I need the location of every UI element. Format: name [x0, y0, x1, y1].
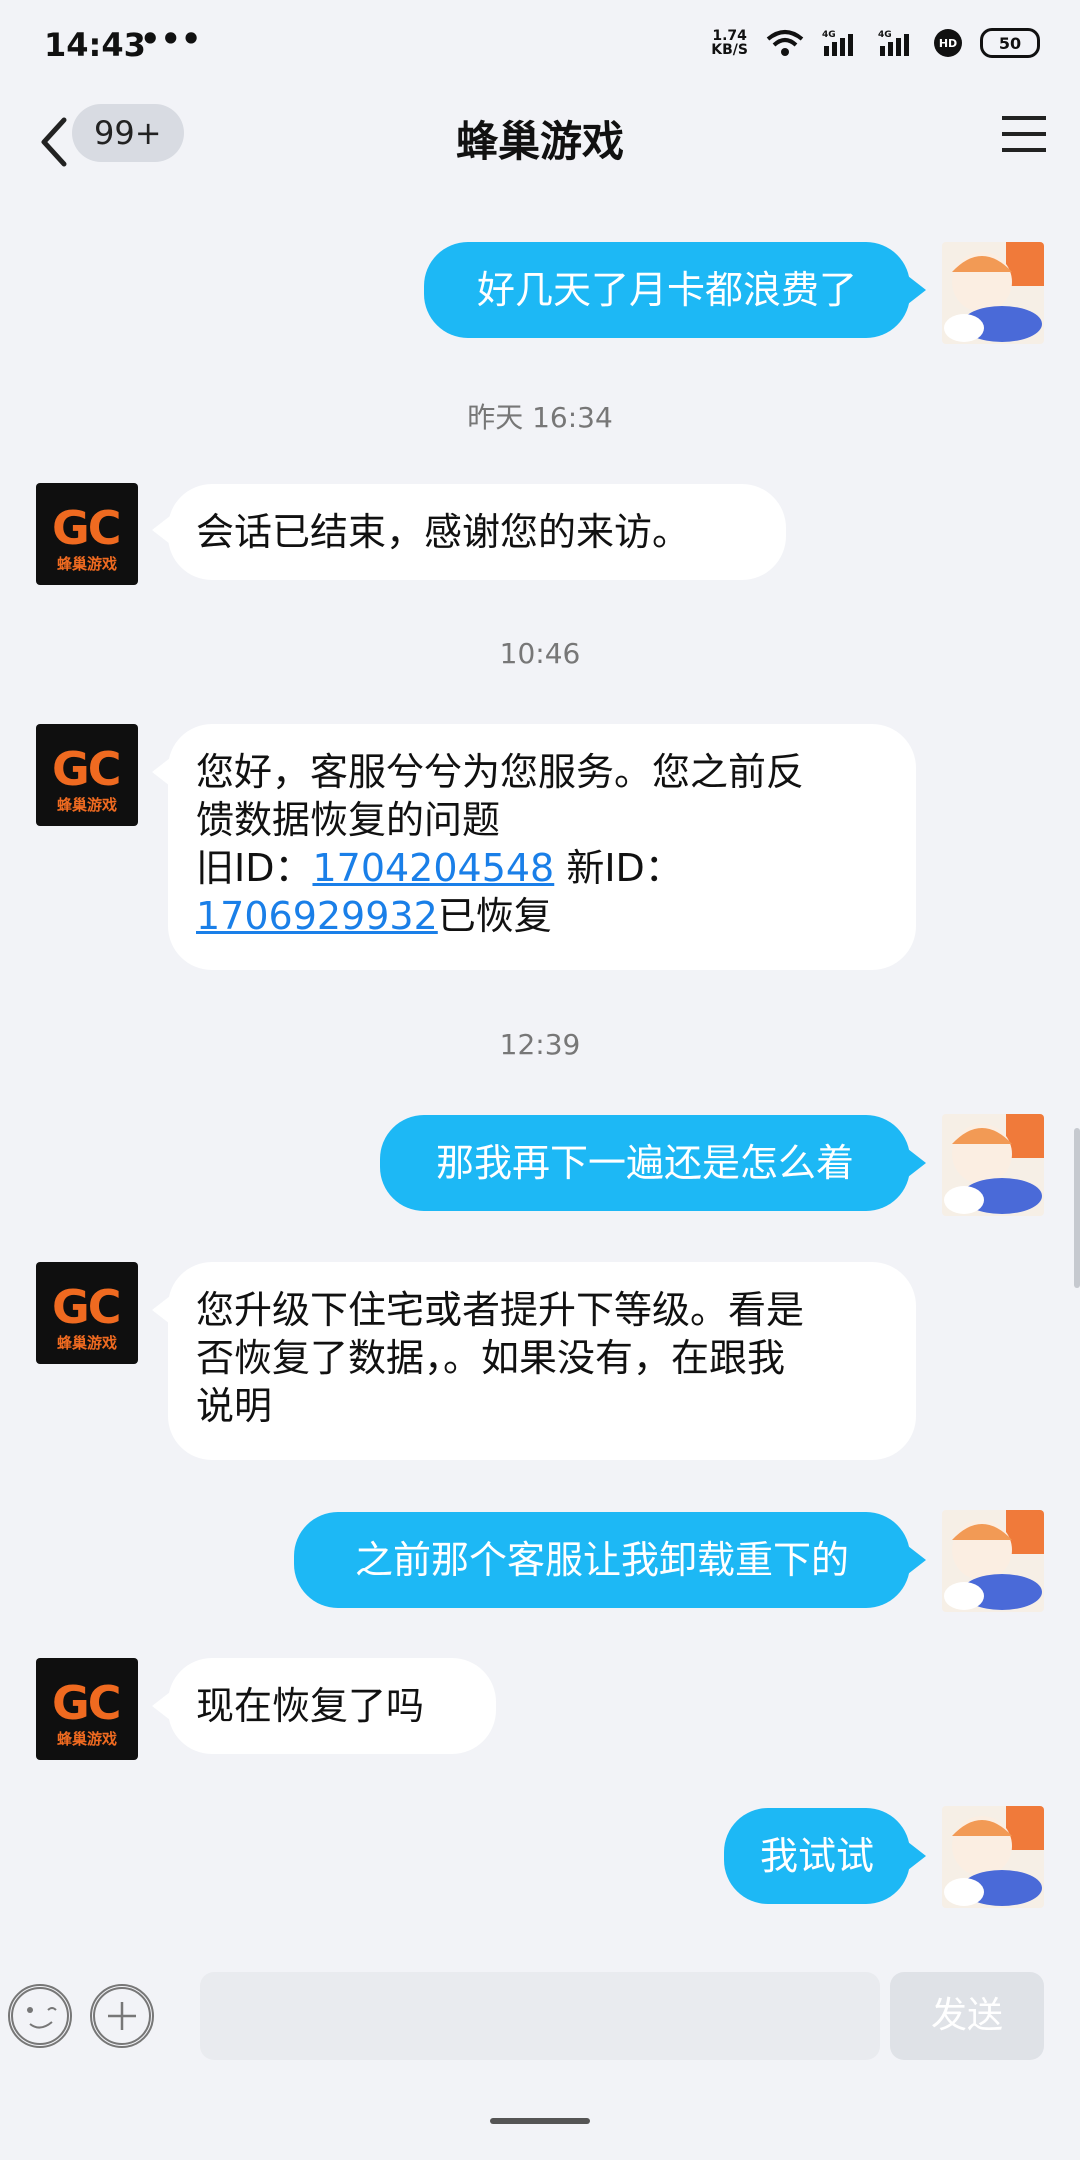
net-speed: 1.74 KB/S: [711, 29, 748, 57]
old-id-label: 旧ID：: [196, 846, 313, 890]
input-bar: 发送: [0, 1950, 1080, 2080]
new-id-label: 新ID：: [554, 846, 683, 890]
message-text: 那我再下一遍还是怎么着: [435, 1141, 854, 1185]
message-input[interactable]: [200, 1972, 880, 2060]
gc-logo-mark: GC: [52, 1280, 122, 1334]
bubble-tail: [908, 1546, 926, 1574]
agent-avatar[interactable]: GC 蜂巢游戏: [36, 1262, 138, 1364]
user-avatar[interactable]: [942, 1114, 1044, 1216]
message-bubble-sent[interactable]: 好几天了月卡都浪费了: [424, 242, 910, 338]
message-text-line: 馈数据恢复的问题: [196, 798, 501, 842]
status-icons: 1.74 KB/S 4G 4G HD 50: [711, 28, 1040, 58]
message-bubble-sent[interactable]: 之前那个客服让我卸载重下的: [294, 1512, 910, 1608]
message-text: 之前那个客服让我卸载重下的: [354, 1538, 849, 1582]
message-text-line: 旧ID：1704204548 新ID：: [196, 844, 888, 892]
page-title: 蜂巢游戏: [455, 117, 624, 166]
nav-bar: 99+ 蜂巢游戏: [0, 90, 1080, 200]
gc-logo-subtitle: 蜂巢游戏: [56, 1730, 117, 1748]
message-text-line: 否恢复了数据，。如果没有，在跟我: [196, 1336, 786, 1380]
gc-logo-mark: GC: [52, 742, 122, 796]
timestamp: 10:46: [499, 637, 581, 670]
gc-logo-subtitle: 蜂巢游戏: [56, 555, 117, 573]
gc-logo-mark: GC: [52, 1676, 122, 1730]
old-id-link[interactable]: 1704204548: [312, 846, 554, 890]
net-speed-unit: KB/S: [711, 42, 748, 58]
bubble-tail: [908, 1149, 926, 1177]
message-text-line: 说明: [196, 1384, 273, 1428]
message-text: 现在恢复了吗: [196, 1684, 425, 1728]
bubble-tail: [908, 1842, 926, 1870]
user-avatar-image: [942, 1510, 1044, 1612]
user-avatar[interactable]: [942, 1806, 1044, 1908]
message-text: 好几天了月卡都浪费了: [476, 268, 857, 312]
bubble-tail: [908, 276, 926, 304]
signal-4g-icon: 4G: [822, 30, 853, 56]
home-indicator[interactable]: [490, 2118, 590, 2124]
message-bubble-sent[interactable]: 我试试: [724, 1808, 910, 1904]
user-avatar[interactable]: [942, 242, 1044, 344]
plus-icon[interactable]: [90, 1984, 154, 2048]
user-avatar-image: [942, 242, 1044, 344]
new-id-link[interactable]: 1706929932: [196, 894, 438, 938]
gc-logo-mark: GC: [52, 501, 122, 555]
message-bubble-sent[interactable]: 那我再下一遍还是怎么着: [380, 1115, 910, 1211]
svg-text:4G: 4G: [822, 30, 836, 40]
timestamp: 昨天 16:34: [467, 401, 613, 434]
status-time: 14:43: [44, 26, 146, 64]
agent-avatar[interactable]: GC 蜂巢游戏: [36, 724, 138, 826]
message-text-line: 1706929932已恢复: [196, 892, 888, 940]
restored-text: 已恢复: [437, 894, 552, 938]
gc-logo-subtitle: 蜂巢游戏: [56, 796, 117, 814]
message-text-line: 您升级下住宅或者提升下等级。看是: [196, 1288, 805, 1332]
status-more-dots: •••: [140, 20, 202, 58]
gc-logo-subtitle: 蜂巢游戏: [56, 1334, 117, 1352]
timestamp: 12:39: [499, 1028, 581, 1061]
svg-text:4G: 4G: [878, 30, 892, 40]
wifi-icon: [766, 30, 804, 56]
status-bar: 14:43 ••• 1.74 KB/S 4G 4G HD 50: [0, 0, 1080, 90]
emoji-icon[interactable]: [8, 1984, 72, 2048]
net-speed-value: 1.74: [712, 28, 747, 44]
menu-icon[interactable]: [1000, 112, 1048, 156]
user-avatar-image: [942, 1114, 1044, 1216]
user-avatar[interactable]: [942, 1510, 1044, 1612]
message-text: 会话已结束，感谢您的来访。: [196, 510, 691, 554]
hd-icon: HD: [934, 29, 962, 57]
message-bubble-received[interactable]: 现在恢复了吗: [168, 1658, 496, 1754]
message-bubble-received[interactable]: 您升级下住宅或者提升下等级。看是 否恢复了数据，。如果没有，在跟我 说明: [168, 1262, 916, 1460]
message-bubble-received[interactable]: 您好，客服兮兮为您服务。您之前反 馈数据恢复的问题 旧ID：1704204548…: [168, 724, 916, 970]
battery-icon: 50: [980, 28, 1040, 58]
message-text-line: 您好，客服兮兮为您服务。您之前反: [196, 750, 805, 794]
message-text: 我试试: [759, 1834, 874, 1878]
agent-avatar[interactable]: GC 蜂巢游戏: [36, 1658, 138, 1760]
agent-avatar[interactable]: GC 蜂巢游戏: [36, 483, 138, 585]
message-bubble-received[interactable]: 会话已结束，感谢您的来访。: [168, 484, 786, 580]
send-button[interactable]: 发送: [890, 1972, 1044, 2060]
scrollbar-thumb[interactable]: [1074, 1128, 1080, 1288]
user-avatar-image: [942, 1806, 1044, 1908]
signal-4g-icon-2: 4G: [878, 30, 909, 56]
